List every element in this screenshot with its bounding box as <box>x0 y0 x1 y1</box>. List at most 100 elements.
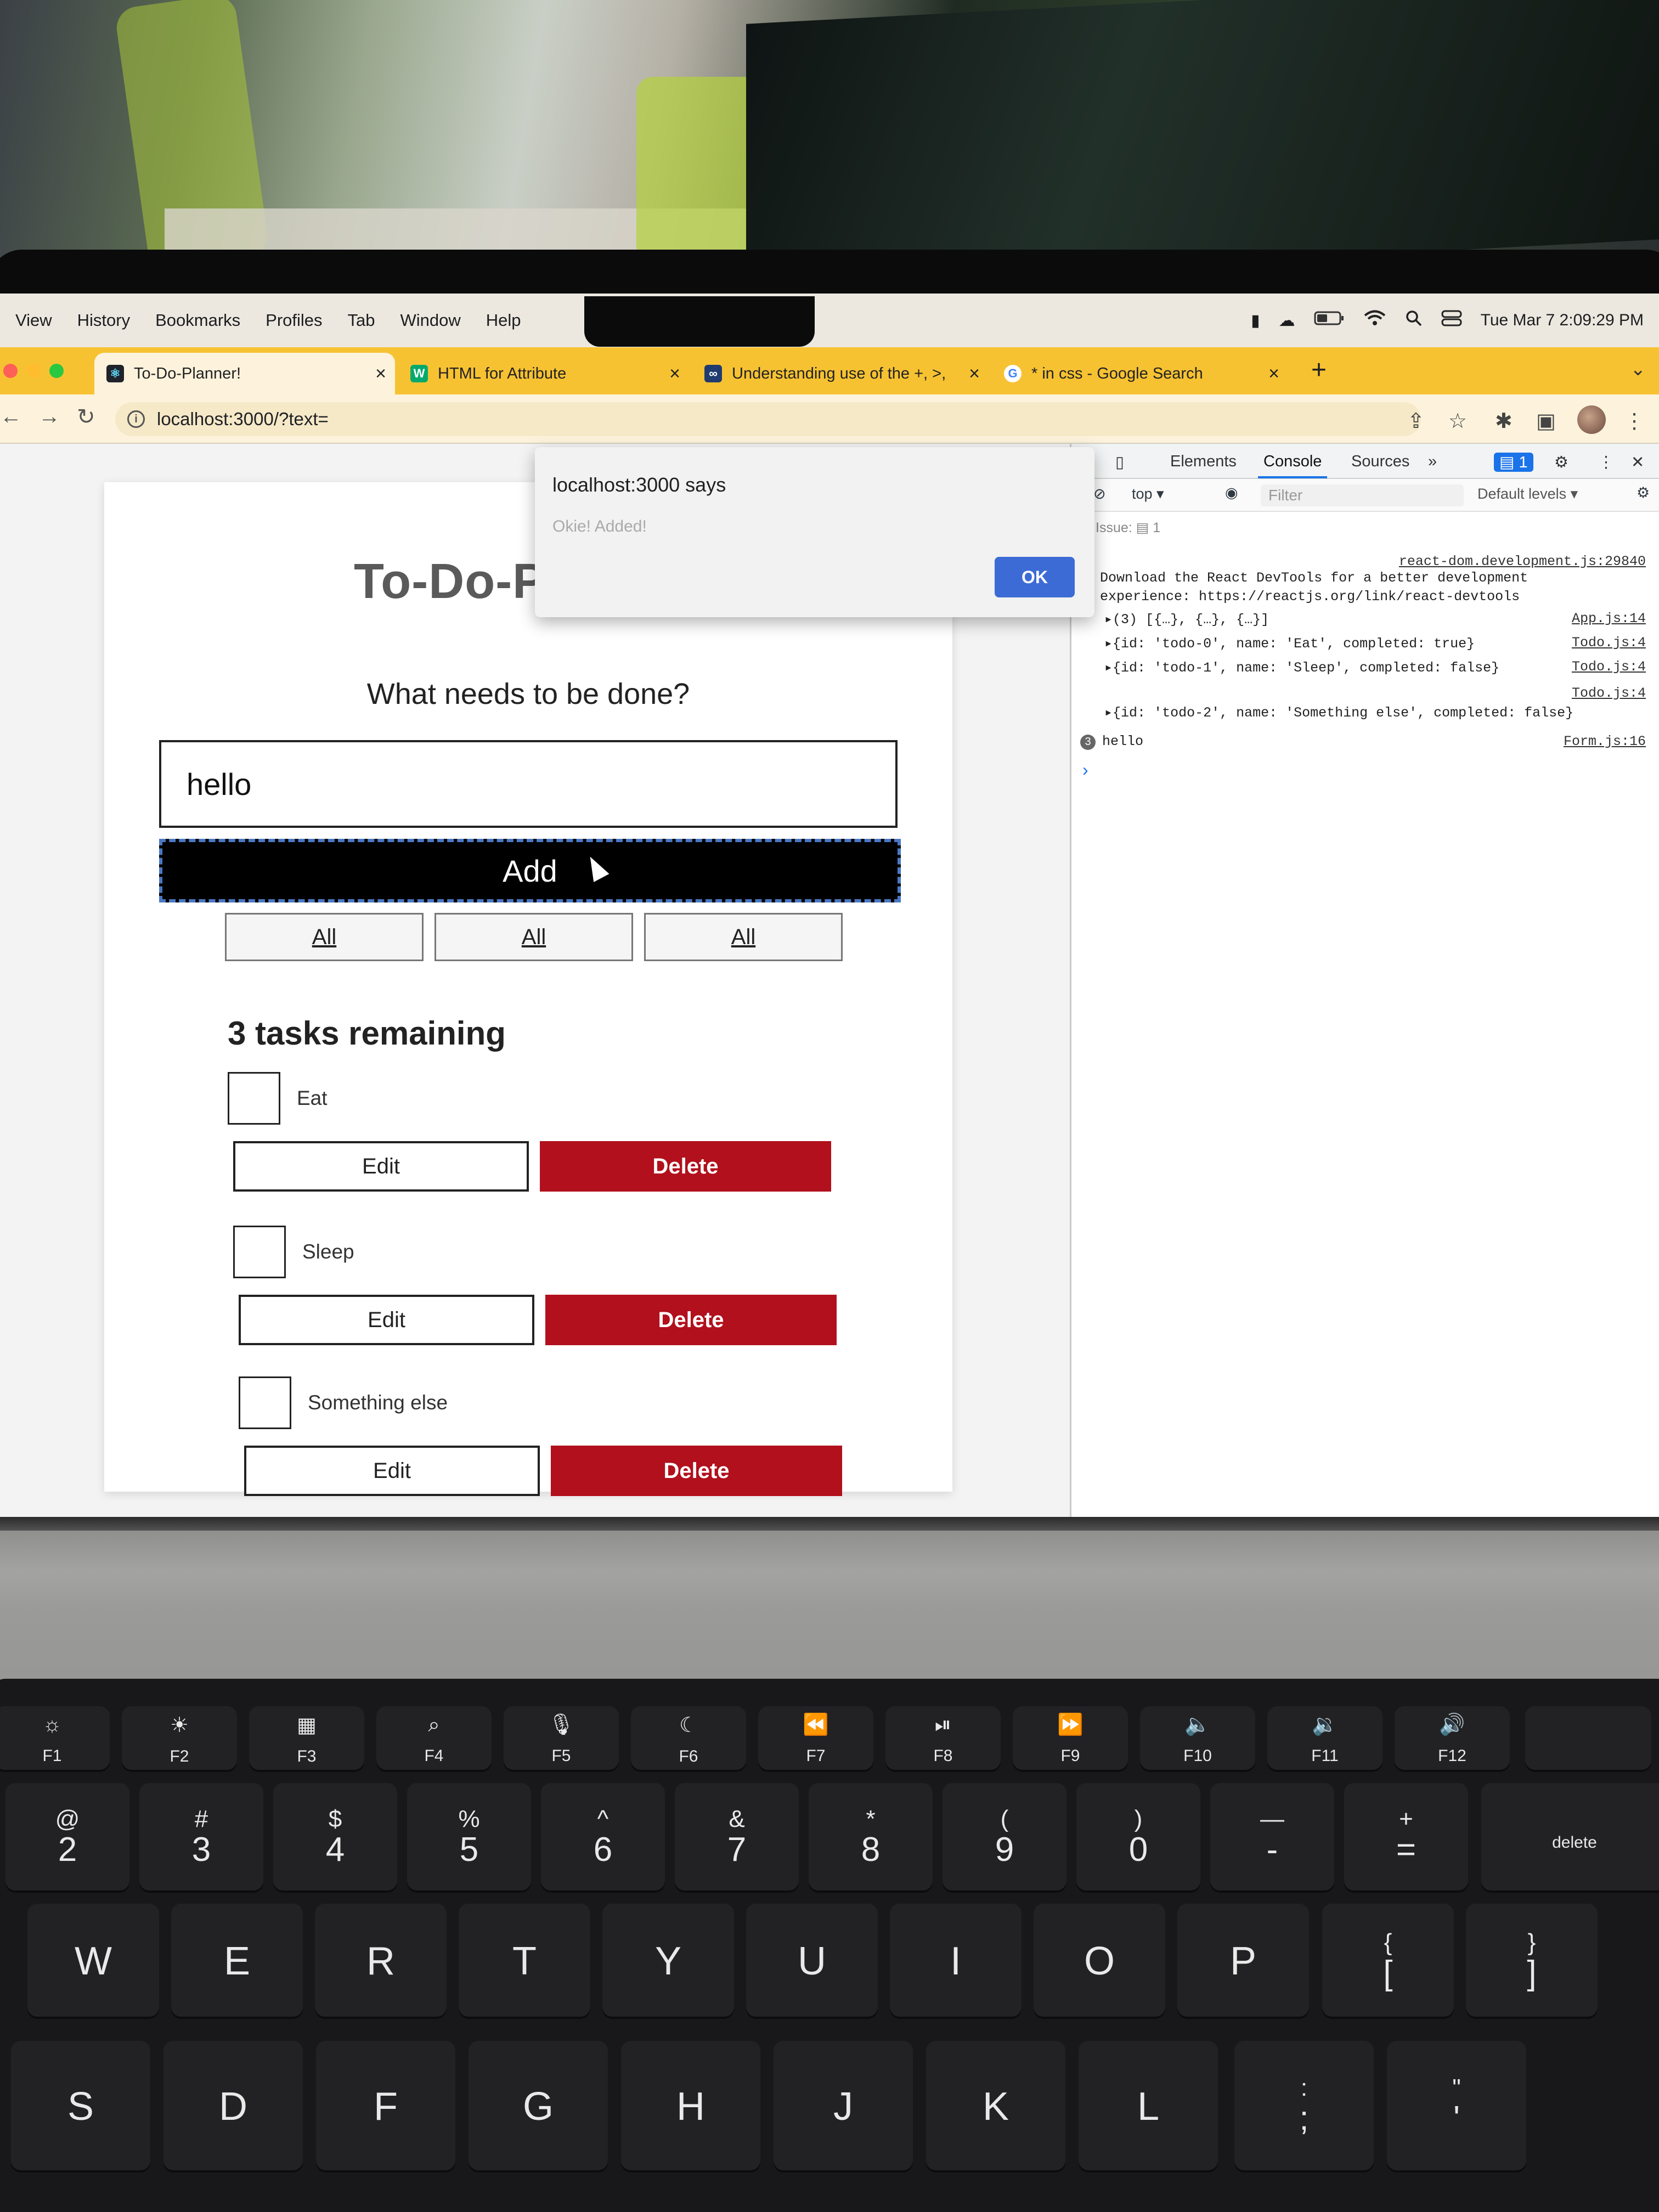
tab-console[interactable]: Console <box>1257 453 1328 478</box>
eye-icon[interactable]: ◉ <box>1225 484 1238 501</box>
back-icon[interactable]: ← <box>0 404 22 429</box>
wifi-icon[interactable] <box>1363 309 1386 331</box>
number-key[interactable]: + = <box>1344 1783 1468 1893</box>
edit-button[interactable]: Edit <box>233 1141 529 1192</box>
letter-key[interactable]: R <box>315 1904 447 2019</box>
function-key[interactable]: ⏪ F7 <box>758 1706 873 1772</box>
delete-button[interactable]: Delete <box>545 1295 837 1345</box>
number-key[interactable]: ^ 6 <box>541 1783 665 1893</box>
delete-key[interactable]: delete <box>1481 1783 1659 1893</box>
issues-counter[interactable]: Issue: ▤ 1 <box>1096 520 1160 536</box>
tab-search-chevron-icon[interactable]: ⌄ <box>1630 358 1646 380</box>
bookmark-star-icon[interactable]: ☆ <box>1448 409 1467 433</box>
number-key[interactable]: #3 <box>139 1783 263 1893</box>
bracket-key[interactable]: {[ <box>1322 1904 1454 2019</box>
close-tab-icon[interactable]: × <box>969 363 980 385</box>
letter-key[interactable]: L <box>1079 2041 1218 2172</box>
delete-button[interactable]: Delete <box>551 1446 842 1496</box>
menu-help[interactable]: Help <box>486 311 521 330</box>
punctuation-key[interactable]: " ' <box>1387 2041 1526 2172</box>
close-tab-icon[interactable]: × <box>669 363 680 385</box>
todo-checkbox[interactable] <box>239 1376 291 1429</box>
reload-icon[interactable]: ↻ <box>77 404 95 430</box>
number-key[interactable]: * 8 <box>809 1783 933 1893</box>
letter-key[interactable]: S <box>11 2041 150 2172</box>
tab-google-search[interactable]: G * in css - Google Search × <box>992 353 1288 394</box>
context-select[interactable]: top ▾ <box>1132 486 1164 503</box>
function-key[interactable]: 🔉 F11 <box>1267 1706 1383 1772</box>
forward-icon[interactable]: → <box>38 404 60 429</box>
todo-checkbox[interactable] <box>228 1072 280 1125</box>
control-center-icon[interactable] <box>1441 309 1462 331</box>
letter-key[interactable]: E <box>171 1904 303 2019</box>
settings-gear-icon[interactable]: ⚙ <box>1554 453 1568 472</box>
device-toolbar-icon[interactable]: ▯ <box>1115 453 1124 472</box>
letter-key[interactable]: D <box>163 2041 303 2172</box>
letter-key[interactable]: K <box>926 2041 1065 2172</box>
function-key[interactable]: ☀ F2 <box>122 1706 237 1772</box>
delete-button[interactable]: Delete <box>540 1141 831 1192</box>
number-key[interactable]: ) 0 <box>1076 1783 1200 1893</box>
tab-elements[interactable]: Elements <box>1170 453 1237 471</box>
console-log-line[interactable]: ▸{id: 'todo-0', name: 'Eat', completed: … <box>1104 635 1475 652</box>
add-button[interactable]: Add <box>159 839 901 902</box>
function-key[interactable]: ☾ F6 <box>631 1706 746 1772</box>
menu-view[interactable]: View <box>15 311 52 330</box>
bracket-key[interactable]: }] <box>1466 1904 1598 2019</box>
console-settings-gear-icon[interactable]: ⚙ <box>1637 484 1650 501</box>
battery-icon[interactable] <box>1314 310 1345 331</box>
menu-window[interactable]: Window <box>400 311 461 330</box>
tab-to-do-planner[interactable]: ⚛ To-Do-Planner! × <box>94 353 395 394</box>
function-key[interactable]: ⏯ F8 <box>885 1706 1001 1772</box>
spotlight-search-icon[interactable] <box>1405 309 1423 331</box>
close-tab-icon[interactable]: × <box>1268 363 1279 385</box>
console-log-line[interactable]: ▸(3) [{…}, {…}, {…}] <box>1104 611 1269 628</box>
function-key[interactable]: ⏩ F9 <box>1013 1706 1128 1772</box>
tab-html-for-attribute[interactable]: W HTML for Attribute × <box>398 353 689 394</box>
letter-key[interactable]: W <box>27 1904 159 2019</box>
issues-badge[interactable]: ▤ 1 <box>1494 453 1533 472</box>
tab-understanding-css[interactable]: ∞ Understanding use of the +, >, × <box>692 353 989 394</box>
number-key[interactable]: & 7 <box>675 1783 799 1893</box>
clear-console-icon[interactable]: ⊘ <box>1093 486 1106 503</box>
close-tab-icon[interactable]: × <box>375 363 386 385</box>
touch-id-power-key[interactable] <box>1525 1706 1651 1772</box>
cloud-icon[interactable]: ☁ <box>1279 311 1295 330</box>
ok-button[interactable]: OK <box>995 557 1075 597</box>
console-log-line[interactable]: ▸{id: 'todo-2', name: 'Something else', … <box>1104 704 1573 721</box>
new-tab-button[interactable]: + <box>1311 355 1327 385</box>
function-key[interactable]: 🎙 F5 <box>504 1706 619 1772</box>
letter-key[interactable]: O <box>1034 1904 1165 2019</box>
devtools-menu-icon[interactable]: ⋮ <box>1598 453 1614 472</box>
log-source-link[interactable]: App.js:14 <box>1572 611 1646 627</box>
tab-sources[interactable]: Sources <box>1351 453 1409 471</box>
letter-key[interactable]: J <box>774 2041 913 2172</box>
number-key[interactable]: @2 <box>5 1783 129 1893</box>
punctuation-key[interactable]: :; <box>1234 2041 1374 2172</box>
function-key[interactable]: ⌕ F4 <box>376 1706 492 1772</box>
side-panel-icon[interactable]: ▣ <box>1536 409 1556 433</box>
letter-key[interactable]: Y <box>602 1904 734 2019</box>
number-key[interactable]: $4 <box>273 1783 397 1893</box>
log-source-link[interactable]: react-dom.development.js:29840 <box>1399 554 1646 569</box>
console-prompt-icon[interactable]: › <box>1082 760 1088 780</box>
letter-key[interactable]: T <box>459 1904 590 2019</box>
log-source-link[interactable]: Todo.js:4 <box>1572 685 1646 701</box>
letter-key[interactable]: H <box>621 2041 760 2172</box>
zoom-window-icon[interactable] <box>49 364 64 378</box>
filter-button[interactable]: All <box>225 913 424 961</box>
close-window-icon[interactable] <box>3 364 18 378</box>
console-filter-input[interactable]: Filter <box>1261 484 1464 506</box>
close-devtools-icon[interactable]: ✕ <box>1631 453 1644 472</box>
number-key[interactable]: — - <box>1210 1783 1334 1893</box>
phone-icon[interactable]: ▮ <box>1251 311 1260 330</box>
edit-button[interactable]: Edit <box>239 1295 534 1345</box>
site-info-icon[interactable]: i <box>127 410 145 428</box>
letter-key[interactable]: P <box>1177 1904 1309 2019</box>
log-source-link[interactable]: Todo.js:4 <box>1572 635 1646 651</box>
edit-button[interactable]: Edit <box>244 1446 540 1496</box>
menu-profiles[interactable]: Profiles <box>266 311 322 330</box>
menu-tab[interactable]: Tab <box>348 311 375 330</box>
extensions-puzzle-icon[interactable]: ✱ <box>1495 409 1513 433</box>
log-source-link[interactable]: Todo.js:4 <box>1572 659 1646 675</box>
